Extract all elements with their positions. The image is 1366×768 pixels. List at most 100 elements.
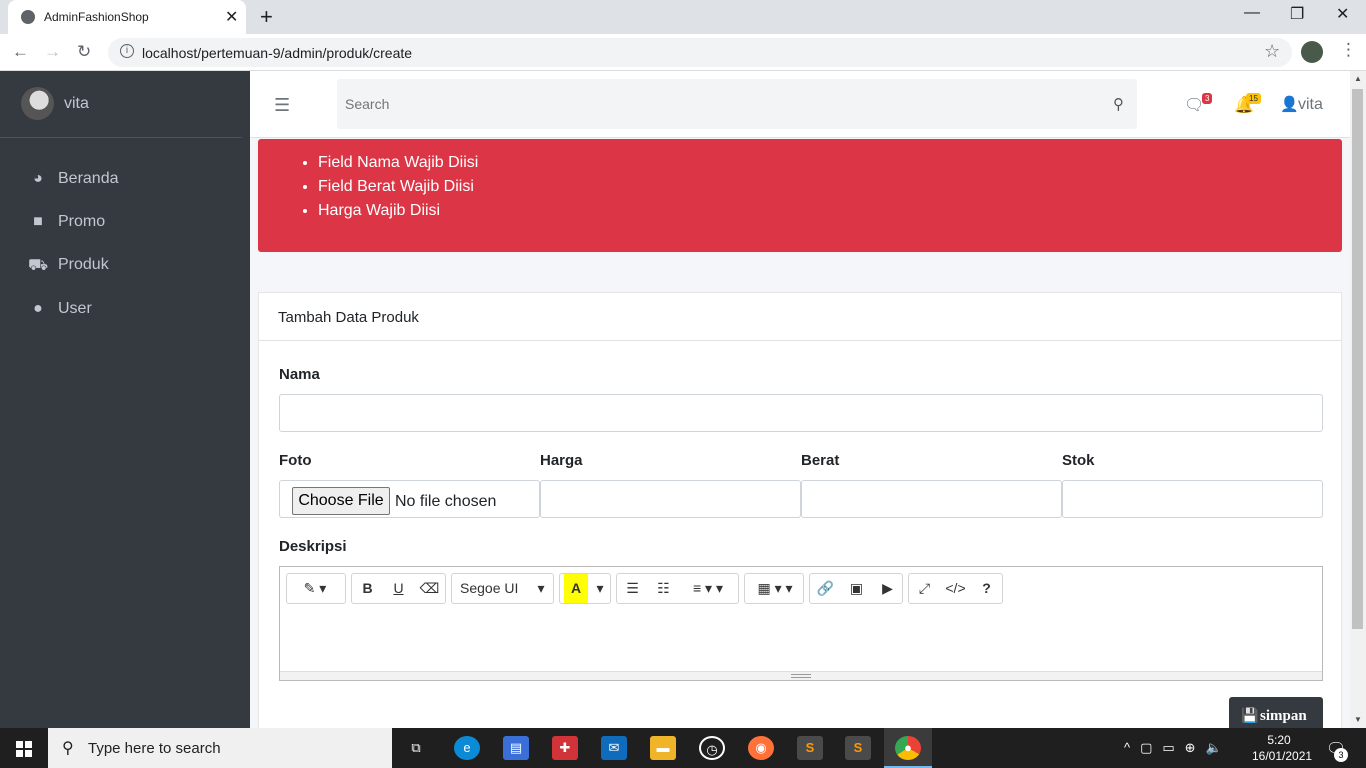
card-header: Tambah Data Produk bbox=[259, 293, 1341, 341]
search-icon: ⚲ bbox=[62, 740, 74, 757]
sidebar-item-produk[interactable]: ⛟ Produk bbox=[0, 248, 250, 288]
menu-kebab-icon[interactable]: ⋮ bbox=[1340, 40, 1357, 60]
sidebar-item-promo[interactable]: ■ Promo bbox=[0, 205, 250, 245]
tachometer-icon: ◕ bbox=[33, 170, 43, 187]
search-input[interactable] bbox=[337, 79, 1097, 129]
text-color-icon[interactable]: A bbox=[564, 574, 588, 603]
clock-app-icon[interactable]: ◷ bbox=[699, 736, 725, 760]
align-dropdown-icon[interactable]: ≡ ▾ ▾ bbox=[679, 574, 737, 603]
font-style-group: B U ⌫ bbox=[351, 573, 446, 604]
magic-wand-icon[interactable]: ✎ ▾ bbox=[291, 574, 339, 603]
taskbar-clock[interactable]: 5:20 16/01/2021 bbox=[1252, 732, 1313, 764]
restore-button[interactable]: ❐ bbox=[1290, 4, 1304, 24]
resize-grip-icon[interactable] bbox=[791, 674, 811, 678]
sidebar-item-beranda[interactable]: ◕ Beranda bbox=[0, 162, 250, 202]
chrome-icon[interactable]: ● bbox=[895, 736, 921, 760]
chevron-down-icon[interactable]: ▾ bbox=[592, 574, 608, 603]
code-view-icon[interactable]: </> bbox=[940, 574, 971, 603]
navbar-user-name[interactable]: vita bbox=[1298, 96, 1323, 114]
berat-input[interactable] bbox=[801, 480, 1062, 518]
scrollbar-thumb[interactable] bbox=[1352, 89, 1363, 629]
taskbar-active-app[interactable]: ● bbox=[884, 728, 932, 768]
navbar-search: ⚲ bbox=[337, 79, 1137, 129]
style-dropdown[interactable]: ✎ ▾ bbox=[286, 573, 346, 604]
sublime-text-icon[interactable]: S bbox=[845, 736, 871, 760]
editor-resize-bar[interactable] bbox=[280, 671, 1322, 680]
stok-input[interactable] bbox=[1062, 480, 1323, 518]
view-group: ⤢ </> ? bbox=[908, 573, 1003, 604]
minimize-button[interactable]: — bbox=[1244, 4, 1260, 22]
link-icon[interactable]: 🔗 bbox=[810, 574, 841, 603]
font-family-dropdown[interactable]: Segoe UI ▾ bbox=[451, 573, 554, 604]
close-tab-icon[interactable]: ✕ bbox=[225, 7, 238, 27]
search-icon[interactable]: ⚲ bbox=[1113, 95, 1124, 113]
reload-icon[interactable]: ↻ bbox=[77, 42, 91, 62]
picture-icon[interactable]: ▣ bbox=[841, 574, 872, 603]
berat-label: Berat bbox=[801, 452, 840, 469]
stok-label: Stok bbox=[1062, 452, 1095, 469]
scroll-down-icon[interactable]: ▼ bbox=[1354, 715, 1362, 724]
sidebar: vita ◕ Beranda ■ Promo ⛟ Produk ● User bbox=[0, 71, 250, 728]
help-icon[interactable]: ? bbox=[971, 574, 1002, 603]
task-view-icon[interactable]: ⧉ bbox=[403, 736, 429, 760]
forward-arrow-icon[interactable]: → bbox=[44, 42, 61, 62]
start-button[interactable] bbox=[0, 728, 48, 768]
new-tab-button[interactable]: + bbox=[260, 4, 273, 30]
top-navbar: ☰ ⚲ 🗨 3 🔔 15 👤 vita bbox=[250, 71, 1350, 138]
editor-toolbar: ✎ ▾ B U ⌫ Segoe UI ▾ A ▾ ☰ ☷ ≡ ▾ ▾ ▦ ▾ ▾ bbox=[280, 567, 1322, 611]
nama-input[interactable] bbox=[279, 394, 1323, 432]
sublime-text-icon[interactable]: S bbox=[797, 736, 823, 760]
url-text[interactable]: localhost/pertemuan-9/admin/produk/creat… bbox=[142, 45, 412, 61]
edge-icon[interactable]: e bbox=[454, 736, 480, 760]
choose-file-button[interactable]: Choose File bbox=[292, 487, 390, 515]
sidebar-item-user[interactable]: ● User bbox=[0, 292, 250, 332]
table-dropdown[interactable]: ▦ ▾ ▾ bbox=[744, 573, 804, 604]
table-icon[interactable]: ▦ ▾ ▾ bbox=[749, 574, 801, 603]
error-item: Field Nama Wajib Diisi bbox=[318, 153, 478, 177]
bold-button[interactable]: B bbox=[352, 574, 383, 603]
foto-file-input[interactable]: Choose File No file chosen bbox=[279, 480, 540, 518]
sidebar-user-panel[interactable]: vita bbox=[0, 71, 242, 138]
error-item: Harga Wajib Diisi bbox=[318, 201, 478, 225]
font-family-label[interactable]: Segoe UI bbox=[460, 574, 530, 603]
firefox-icon[interactable]: ◉ bbox=[748, 736, 774, 760]
clock-time: 5:20 bbox=[1267, 733, 1291, 747]
user-icon[interactable]: 👤 bbox=[1280, 95, 1299, 113]
unordered-list-icon[interactable]: ☰ bbox=[617, 574, 648, 603]
ordered-list-icon[interactable]: ☷ bbox=[648, 574, 679, 603]
back-arrow-icon[interactable]: ← bbox=[12, 42, 29, 62]
store-icon[interactable]: ▤ bbox=[503, 736, 529, 760]
page-scrollbar[interactable]: ▲ ▼ bbox=[1350, 71, 1366, 728]
scroll-up-icon[interactable]: ▲ bbox=[1354, 74, 1362, 83]
mail-icon[interactable]: ✉ bbox=[601, 736, 627, 760]
clock-date: 16/01/2021 bbox=[1252, 749, 1313, 763]
harga-input[interactable] bbox=[540, 480, 801, 518]
taskbar-search[interactable]: ⚲ Type here to search bbox=[48, 728, 392, 768]
folder-icon[interactable]: ▬ bbox=[650, 736, 676, 760]
browser-tab[interactable]: AdminFashionShop ✕ bbox=[8, 0, 246, 34]
editor-content-area[interactable] bbox=[280, 611, 1322, 671]
gift-icon[interactable]: ✚ bbox=[552, 736, 578, 760]
sidebar-item-label: Produk bbox=[58, 256, 109, 273]
sidebar-item-label: Promo bbox=[58, 213, 106, 230]
url-field[interactable]: i localhost/pertemuan-9/admin/produk/cre… bbox=[108, 38, 1292, 67]
video-icon[interactable]: ▶ bbox=[872, 574, 903, 603]
site-info-icon[interactable]: i bbox=[120, 44, 134, 58]
windows-taskbar: ⚲ Type here to search ⧉ e ▤ ✚ ✉ ▬ ◷ ◉ S … bbox=[0, 728, 1366, 768]
bookmark-star-icon[interactable]: ☆ bbox=[1264, 41, 1280, 62]
avatar bbox=[21, 87, 54, 120]
fullscreen-icon[interactable]: ⤢ bbox=[909, 574, 940, 603]
windows-logo-icon bbox=[16, 741, 32, 757]
sidebar-user-name[interactable]: vita bbox=[64, 95, 89, 113]
shopping-cart-icon: ⛟ bbox=[28, 257, 49, 274]
eraser-icon[interactable]: ⌫ bbox=[414, 574, 445, 603]
harga-label: Harga bbox=[540, 452, 583, 469]
profile-avatar[interactable] bbox=[1301, 41, 1323, 63]
close-window-button[interactable]: ✕ bbox=[1336, 4, 1349, 24]
taskbar-search-text: Type here to search bbox=[88, 740, 221, 757]
system-tray-icons[interactable]: ^▢▭⊕🔈 bbox=[1124, 740, 1232, 756]
floppy-disk-icon: 💾 bbox=[1241, 709, 1259, 724]
chevron-down-icon: ▾ bbox=[537, 580, 545, 596]
hamburger-menu-icon[interactable]: ☰ bbox=[274, 95, 290, 116]
underline-button[interactable]: U bbox=[383, 574, 414, 603]
